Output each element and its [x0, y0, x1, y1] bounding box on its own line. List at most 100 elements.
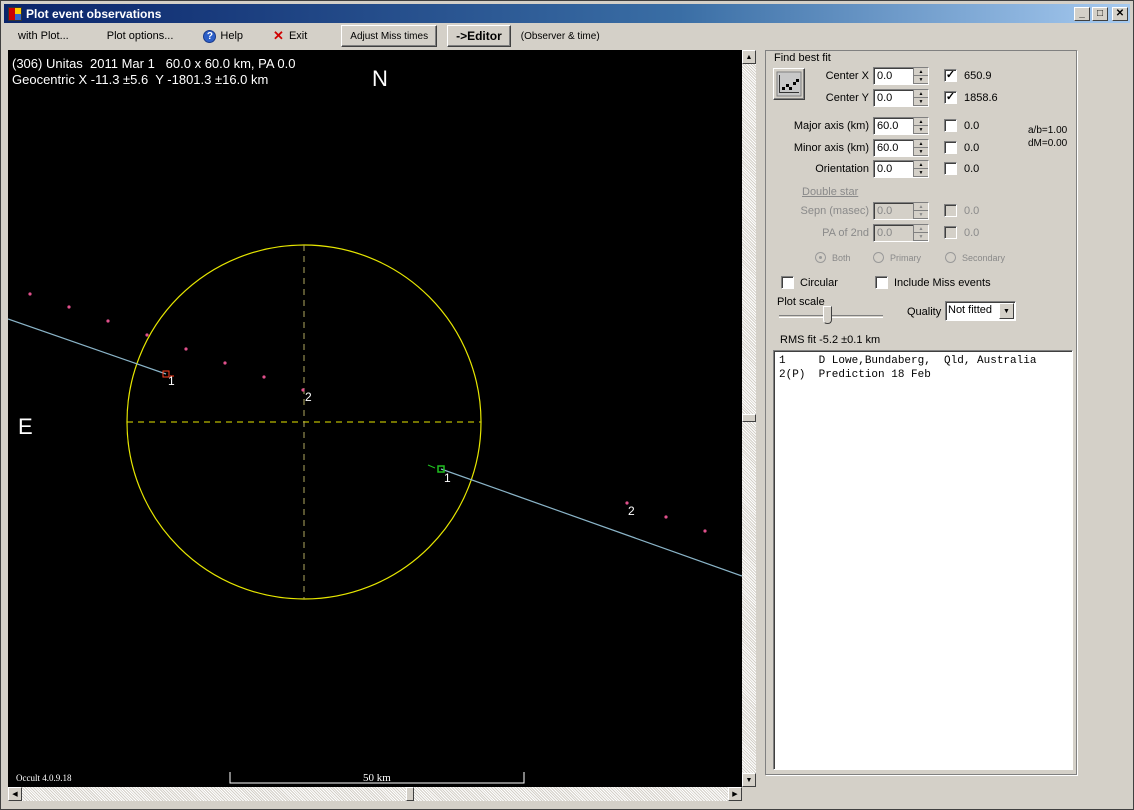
prediction-point-6	[262, 375, 266, 379]
orientation-checkbox[interactable]	[944, 162, 957, 175]
radio-primary[interactable]	[873, 252, 884, 263]
plot-options-menu[interactable]: Plot options...	[99, 25, 182, 47]
list-item[interactable]: 1 D Lowe,Bundaberg, Qld, Australia	[779, 354, 1072, 368]
delta-magnitude: dM=0.00	[1028, 138, 1068, 149]
chord-label-1-reappear: 1	[444, 471, 451, 485]
major-axis-checkbox[interactable]	[944, 119, 957, 132]
prediction-point-5	[223, 361, 227, 365]
help-menu[interactable]: ? Help	[195, 25, 251, 47]
scroll-right-button[interactable]: ▶	[728, 787, 742, 801]
radio-both-label: Both	[832, 253, 851, 263]
major-axis-input[interactable]: 60.0 ▲ ▼	[873, 117, 929, 135]
center-y-result: 1858.6	[964, 92, 998, 104]
graph-fit-icon	[776, 71, 802, 97]
prediction-point-2	[106, 319, 110, 323]
pa-2nd-checkbox[interactable]	[944, 226, 957, 239]
orientation-result: 0.0	[964, 163, 980, 175]
scroll-up-button[interactable]: ▲	[742, 50, 756, 64]
center-x-checkbox[interactable]: ✓	[944, 69, 957, 82]
pa-2nd-input[interactable]: 0.0 ▲ ▼	[873, 224, 929, 242]
window-title: Plot event observations	[26, 6, 162, 21]
east-label: E	[18, 414, 33, 439]
exit-menu[interactable]: ✕ Exit	[265, 25, 315, 47]
north-label: N	[372, 66, 388, 91]
scroll-down-button[interactable]: ▼	[742, 773, 756, 787]
orientation-input[interactable]: 0.0 ▲ ▼	[873, 160, 929, 178]
plot-canvas[interactable]: (306) Unitas 2011 Mar 1 60.0 x 60.0 km, …	[8, 50, 742, 787]
center-y-label: Center Y	[825, 92, 869, 104]
scale-bar-label: 50 km	[363, 772, 391, 784]
include-miss-checkbox[interactable]	[875, 276, 888, 289]
minor-axis-checkbox[interactable]	[944, 141, 957, 154]
scroll-left-button[interactable]: ◀	[8, 787, 22, 801]
chord-label-2-a: 2	[305, 390, 312, 404]
plot-horizontal-scrollbar[interactable]: ◀ ▶	[8, 787, 742, 801]
app-icon	[8, 6, 22, 21]
circular-checkbox[interactable]	[781, 276, 794, 289]
plot-scale-label: Plot scale	[777, 296, 825, 308]
center-x-result: 650.9	[964, 70, 992, 82]
with-plot-menu[interactable]: with Plot...	[10, 25, 77, 47]
axis-ratio: a/b=1.00	[1028, 125, 1068, 136]
radio-secondary-label: Secondary	[962, 253, 1006, 263]
radio-primary-label: Primary	[890, 253, 921, 263]
chord-label-1-disappear: 1	[168, 374, 175, 388]
observer-list[interactable]: 1 D Lowe,Bundaberg, Qld, Australia 2(P) …	[773, 350, 1073, 770]
center-y-checkbox[interactable]: ✓	[944, 91, 957, 104]
center-x-label: Center X	[825, 70, 869, 82]
adjust-miss-times-button[interactable]: Adjust Miss times	[341, 25, 438, 47]
prediction-point-10	[703, 529, 707, 533]
plot-header-line1: (306) Unitas 2011 Mar 1 60.0 x 60.0 km, …	[12, 56, 296, 71]
pa-2nd-label: PA of 2nd	[822, 227, 869, 239]
editor-button[interactable]: ->Editor	[447, 25, 511, 47]
help-label: Help	[220, 30, 244, 42]
version-label: Occult 4.0.9.18	[16, 773, 72, 783]
vertical-scroll-thumb[interactable]	[742, 414, 756, 422]
sepn-checkbox[interactable]	[944, 204, 957, 217]
minor-axis-label: Minor axis (km)	[793, 142, 869, 154]
close-button[interactable]: ✕	[1112, 6, 1128, 21]
chord-label-2-b: 2	[628, 504, 635, 518]
radio-secondary[interactable]	[945, 252, 956, 263]
prediction-point-1	[67, 305, 71, 309]
horizontal-scroll-thumb[interactable]	[406, 787, 414, 801]
prediction-point-3	[145, 333, 149, 337]
sepn-input[interactable]: 0.0 ▲ ▼	[873, 202, 929, 220]
plot-header-line2: Geocentric X -11.3 ±5.6 Y -1801.3 ±16.0 …	[12, 72, 269, 87]
exit-icon: ✕	[273, 28, 284, 43]
prediction-point-4	[184, 347, 188, 351]
orientation-label: Orientation	[815, 163, 869, 175]
major-axis-label: Major axis (km)	[793, 120, 869, 132]
minor-axis-result: 0.0	[964, 142, 980, 154]
menu-bar: with Plot... Plot options... ? Help ✕ Ex…	[4, 24, 1130, 48]
minor-axis-input[interactable]: 60.0 ▲ ▼	[873, 139, 929, 157]
pa-2nd-result: 0.0	[964, 227, 980, 239]
maximize-button[interactable]: □	[1092, 6, 1108, 21]
radio-both[interactable]	[815, 252, 826, 263]
prediction-point-0	[28, 292, 32, 296]
chord-1-west	[8, 318, 167, 375]
quality-select[interactable]: Not fitted ▼	[945, 301, 1016, 321]
plot-svg	[8, 244, 742, 784]
sepn-result: 0.0	[964, 205, 980, 217]
plot-scale-slider[interactable]	[823, 306, 832, 324]
center-y-input[interactable]: 0.0 ▲ ▼	[873, 89, 929, 107]
circular-label: Circular	[800, 277, 838, 289]
quality-label: Quality	[907, 306, 942, 318]
find-best-fit-title: Find best fit	[771, 52, 834, 64]
double-star-title: Double star	[802, 186, 859, 198]
center-x-input[interactable]: 0.0 ▲ ▼	[873, 67, 929, 85]
list-item[interactable]: 2(P) Prediction 18 Feb	[779, 368, 1072, 382]
minimize-button[interactable]: _	[1074, 6, 1090, 21]
chord-1-east	[440, 468, 742, 577]
observer-time-label: (Observer & time)	[520, 30, 600, 42]
major-axis-result: 0.0	[964, 120, 980, 132]
rms-fit-label: RMS fit -5.2 ±0.1 km	[780, 334, 881, 346]
main-window: Plot event observations _ □ ✕ with Plot.…	[0, 0, 1134, 810]
prediction-point-9	[664, 515, 668, 519]
reappear-error-bar	[427, 464, 436, 469]
title-bar: Plot event observations _ □ ✕	[4, 4, 1130, 23]
exit-label: Exit	[288, 30, 308, 42]
dropdown-arrow-icon[interactable]: ▼	[999, 303, 1014, 319]
plot-vertical-scrollbar[interactable]: ▲ ▼	[742, 50, 756, 787]
